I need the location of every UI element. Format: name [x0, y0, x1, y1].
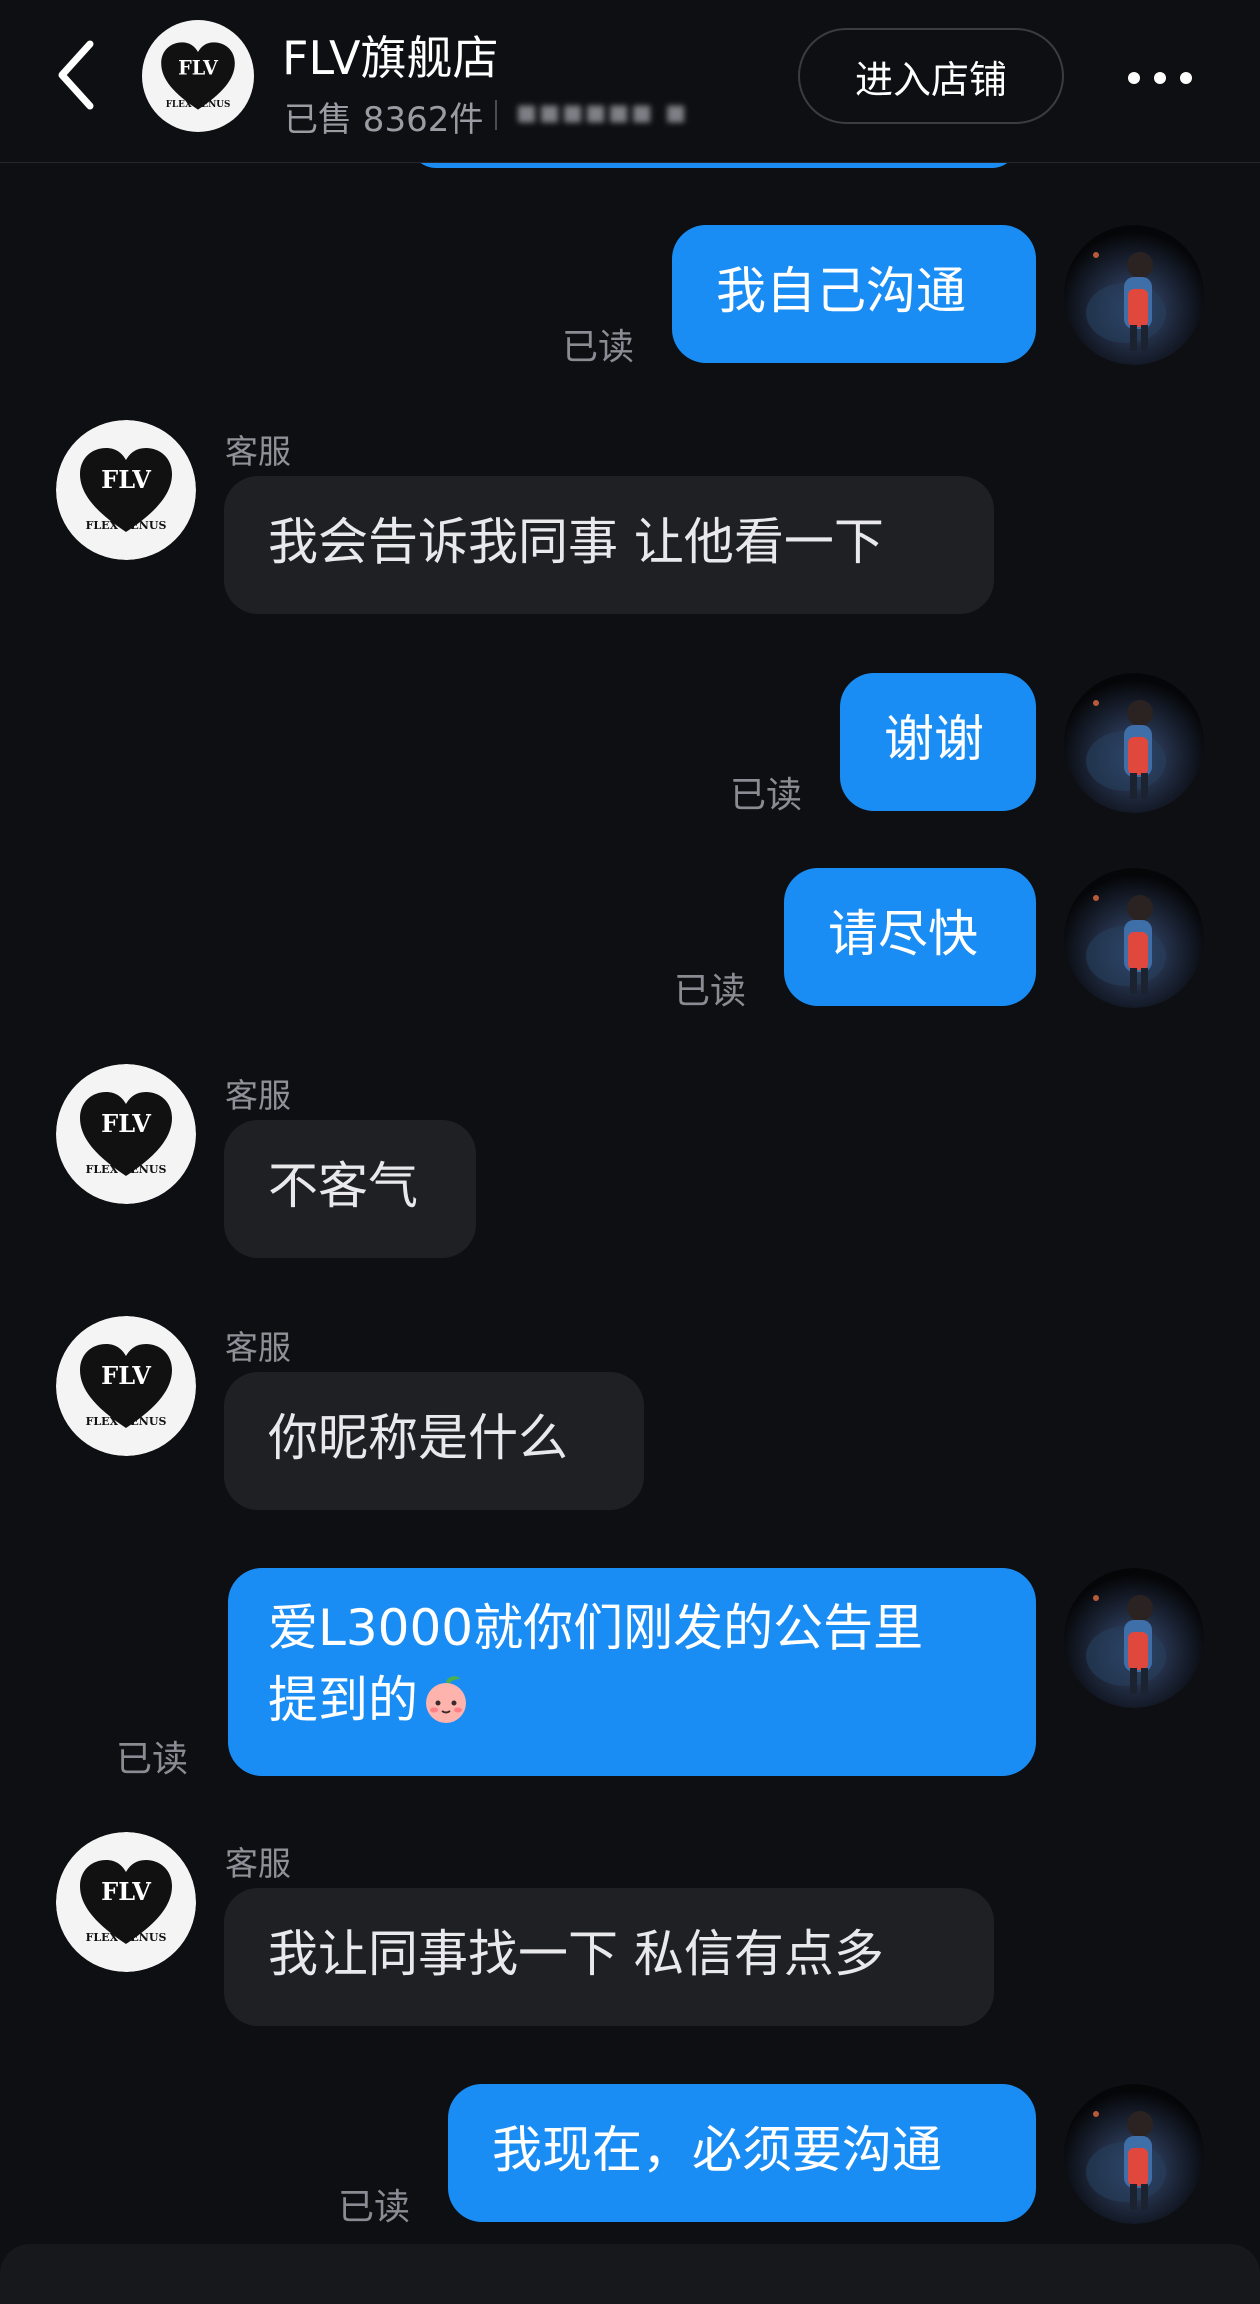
- outgoing-message-bubble[interactable]: 谢谢: [840, 673, 1036, 811]
- read-status: 已读: [338, 2187, 411, 2228]
- store-agent-avatar[interactable]: [56, 420, 196, 560]
- read-status: 已读: [730, 775, 803, 816]
- user-avatar[interactable]: [1064, 1568, 1204, 1708]
- outgoing-message-bubble[interactable]: 请尽快: [784, 868, 1036, 1006]
- sender-name: 客服: [225, 1328, 291, 1367]
- outgoing-message-bubble[interactable]: 爱L3000就你们刚发的公告里 提到的: [228, 1568, 1036, 1776]
- message-line-1: 爱L3000就你们刚发的公告里: [268, 1599, 924, 1657]
- incoming-message-bubble[interactable]: 不客气: [224, 1120, 476, 1258]
- store-logo[interactable]: [142, 20, 254, 132]
- back-arrow-icon[interactable]: [48, 30, 118, 120]
- read-status: 已读: [674, 971, 747, 1012]
- sender-name: 客服: [225, 1076, 291, 1115]
- user-avatar[interactable]: [1064, 225, 1204, 365]
- outgoing-message-bubble[interactable]: 我自己沟通: [672, 225, 1036, 363]
- sold-count: 已售 8362件: [284, 100, 484, 140]
- incoming-message-bubble[interactable]: 我会告诉我同事 让他看一下: [224, 476, 994, 614]
- user-avatar[interactable]: [1064, 868, 1204, 1008]
- input-bar-edge[interactable]: [0, 2244, 1260, 2304]
- outgoing-message-bubble[interactable]: 我现在，必须要沟通: [448, 2084, 1036, 2222]
- store-name[interactable]: FLV旗舰店: [282, 22, 499, 88]
- read-status: 已读: [116, 1739, 189, 1780]
- enter-store-button[interactable]: 进入店铺: [798, 28, 1064, 124]
- store-agent-avatar[interactable]: [56, 1064, 196, 1204]
- message-line-2-text: 提到的: [268, 1671, 418, 1729]
- incoming-message-bubble[interactable]: 你昵称是什么: [224, 1372, 644, 1510]
- more-dots-icon[interactable]: [1120, 48, 1200, 108]
- store-agent-avatar[interactable]: [56, 1832, 196, 1972]
- store-extra-info: ▪▪▪▪▪▪ ▪: [515, 92, 688, 132]
- user-avatar[interactable]: [1064, 673, 1204, 813]
- peach-face-emoji: [420, 1672, 472, 1724]
- message-line-2: 提到的: [268, 1664, 996, 1736]
- header-divider: [495, 100, 497, 130]
- store-agent-avatar[interactable]: [56, 1316, 196, 1456]
- user-avatar[interactable]: [1064, 2084, 1204, 2224]
- chat-header: FLV旗舰店 已售 8362件 ▪▪▪▪▪▪ ▪ 进入店铺: [0, 0, 1260, 163]
- incoming-message-bubble[interactable]: 我让同事找一下 私信有点多: [224, 1888, 994, 2026]
- sender-name: 客服: [225, 432, 291, 471]
- sender-name: 客服: [225, 1844, 291, 1883]
- read-status: 已读: [562, 327, 635, 368]
